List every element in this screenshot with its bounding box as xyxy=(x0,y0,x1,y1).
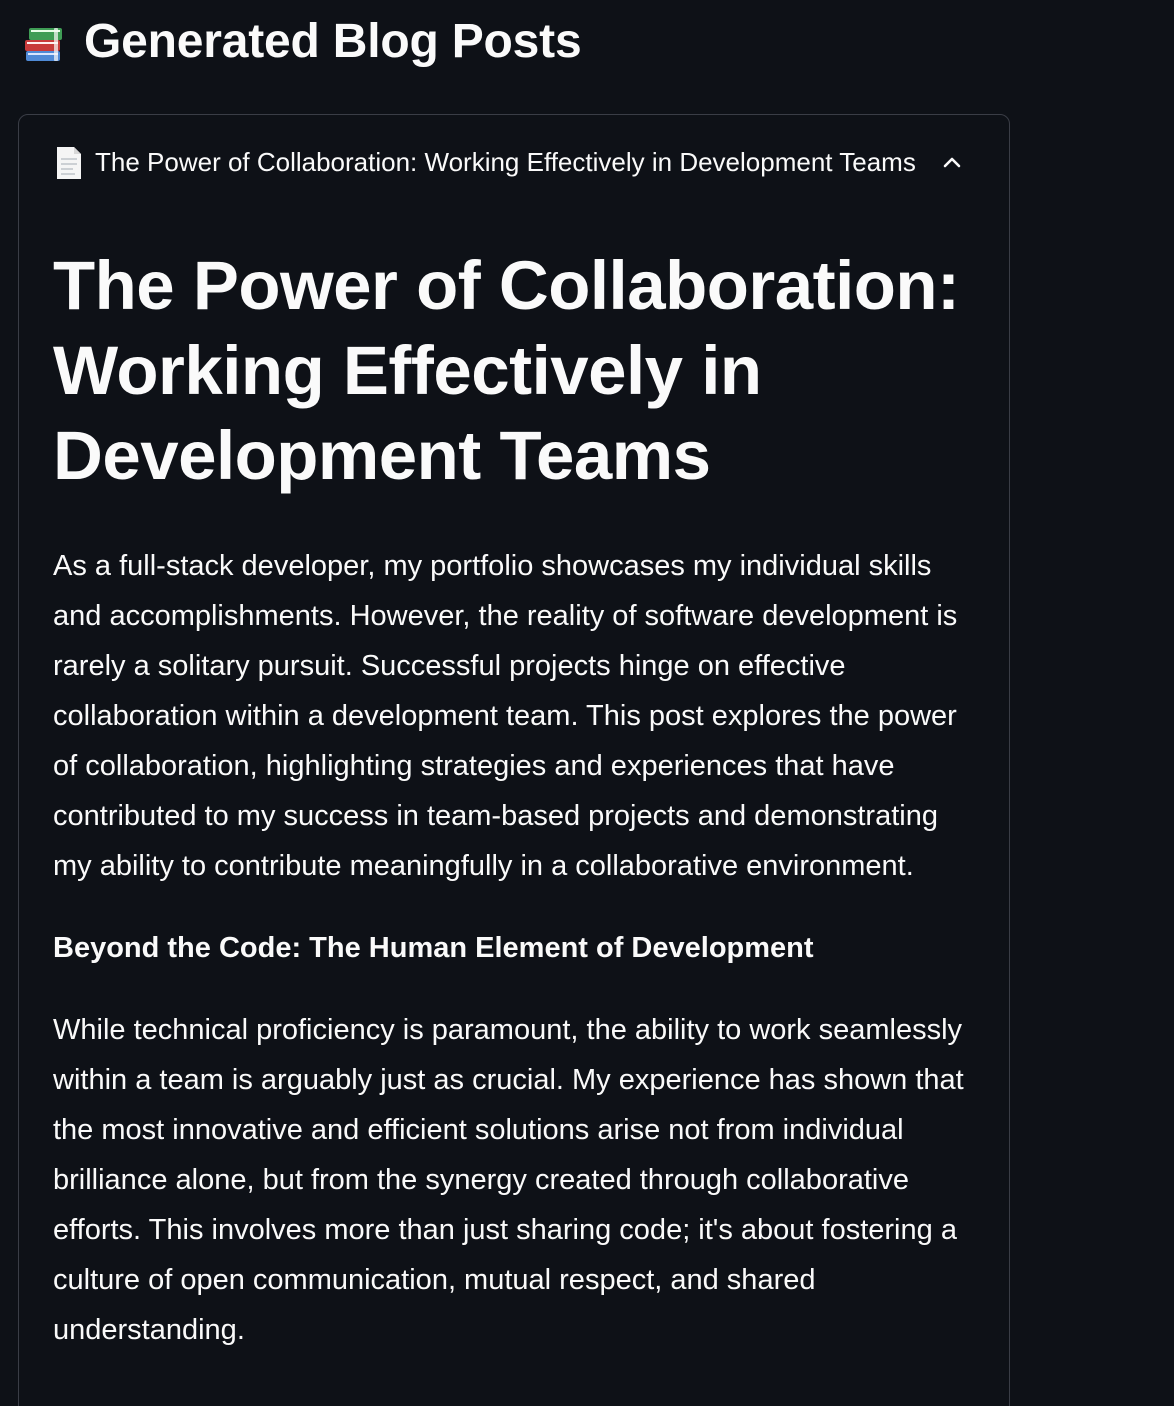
books-icon xyxy=(25,28,62,62)
page-title: Generated Blog Posts xyxy=(84,15,582,68)
page-facing-up-icon xyxy=(57,147,81,179)
page-header: Generated Blog Posts xyxy=(20,15,582,69)
post-intro-paragraph: As a full-stack developer, my portfolio … xyxy=(53,550,958,882)
app-page: Generated Blog Posts The Power of Collab… xyxy=(0,0,1174,1406)
blog-post-expander: The Power of Collaboration: Working Effe… xyxy=(18,114,1010,1406)
post-heading: The Power of Collaboration: Working Effe… xyxy=(53,247,960,494)
expander-title: The Power of Collaboration: Working Effe… xyxy=(95,147,916,178)
section-paragraph: While technical proficiency is paramount… xyxy=(53,1014,964,1346)
post-content: The Power of Collaboration: Working Effe… xyxy=(53,243,978,1355)
expander-header[interactable]: The Power of Collaboration: Working Effe… xyxy=(53,143,983,183)
section-heading: Beyond the Code: The Human Element of De… xyxy=(53,932,814,964)
chevron-up-icon[interactable] xyxy=(940,151,964,175)
